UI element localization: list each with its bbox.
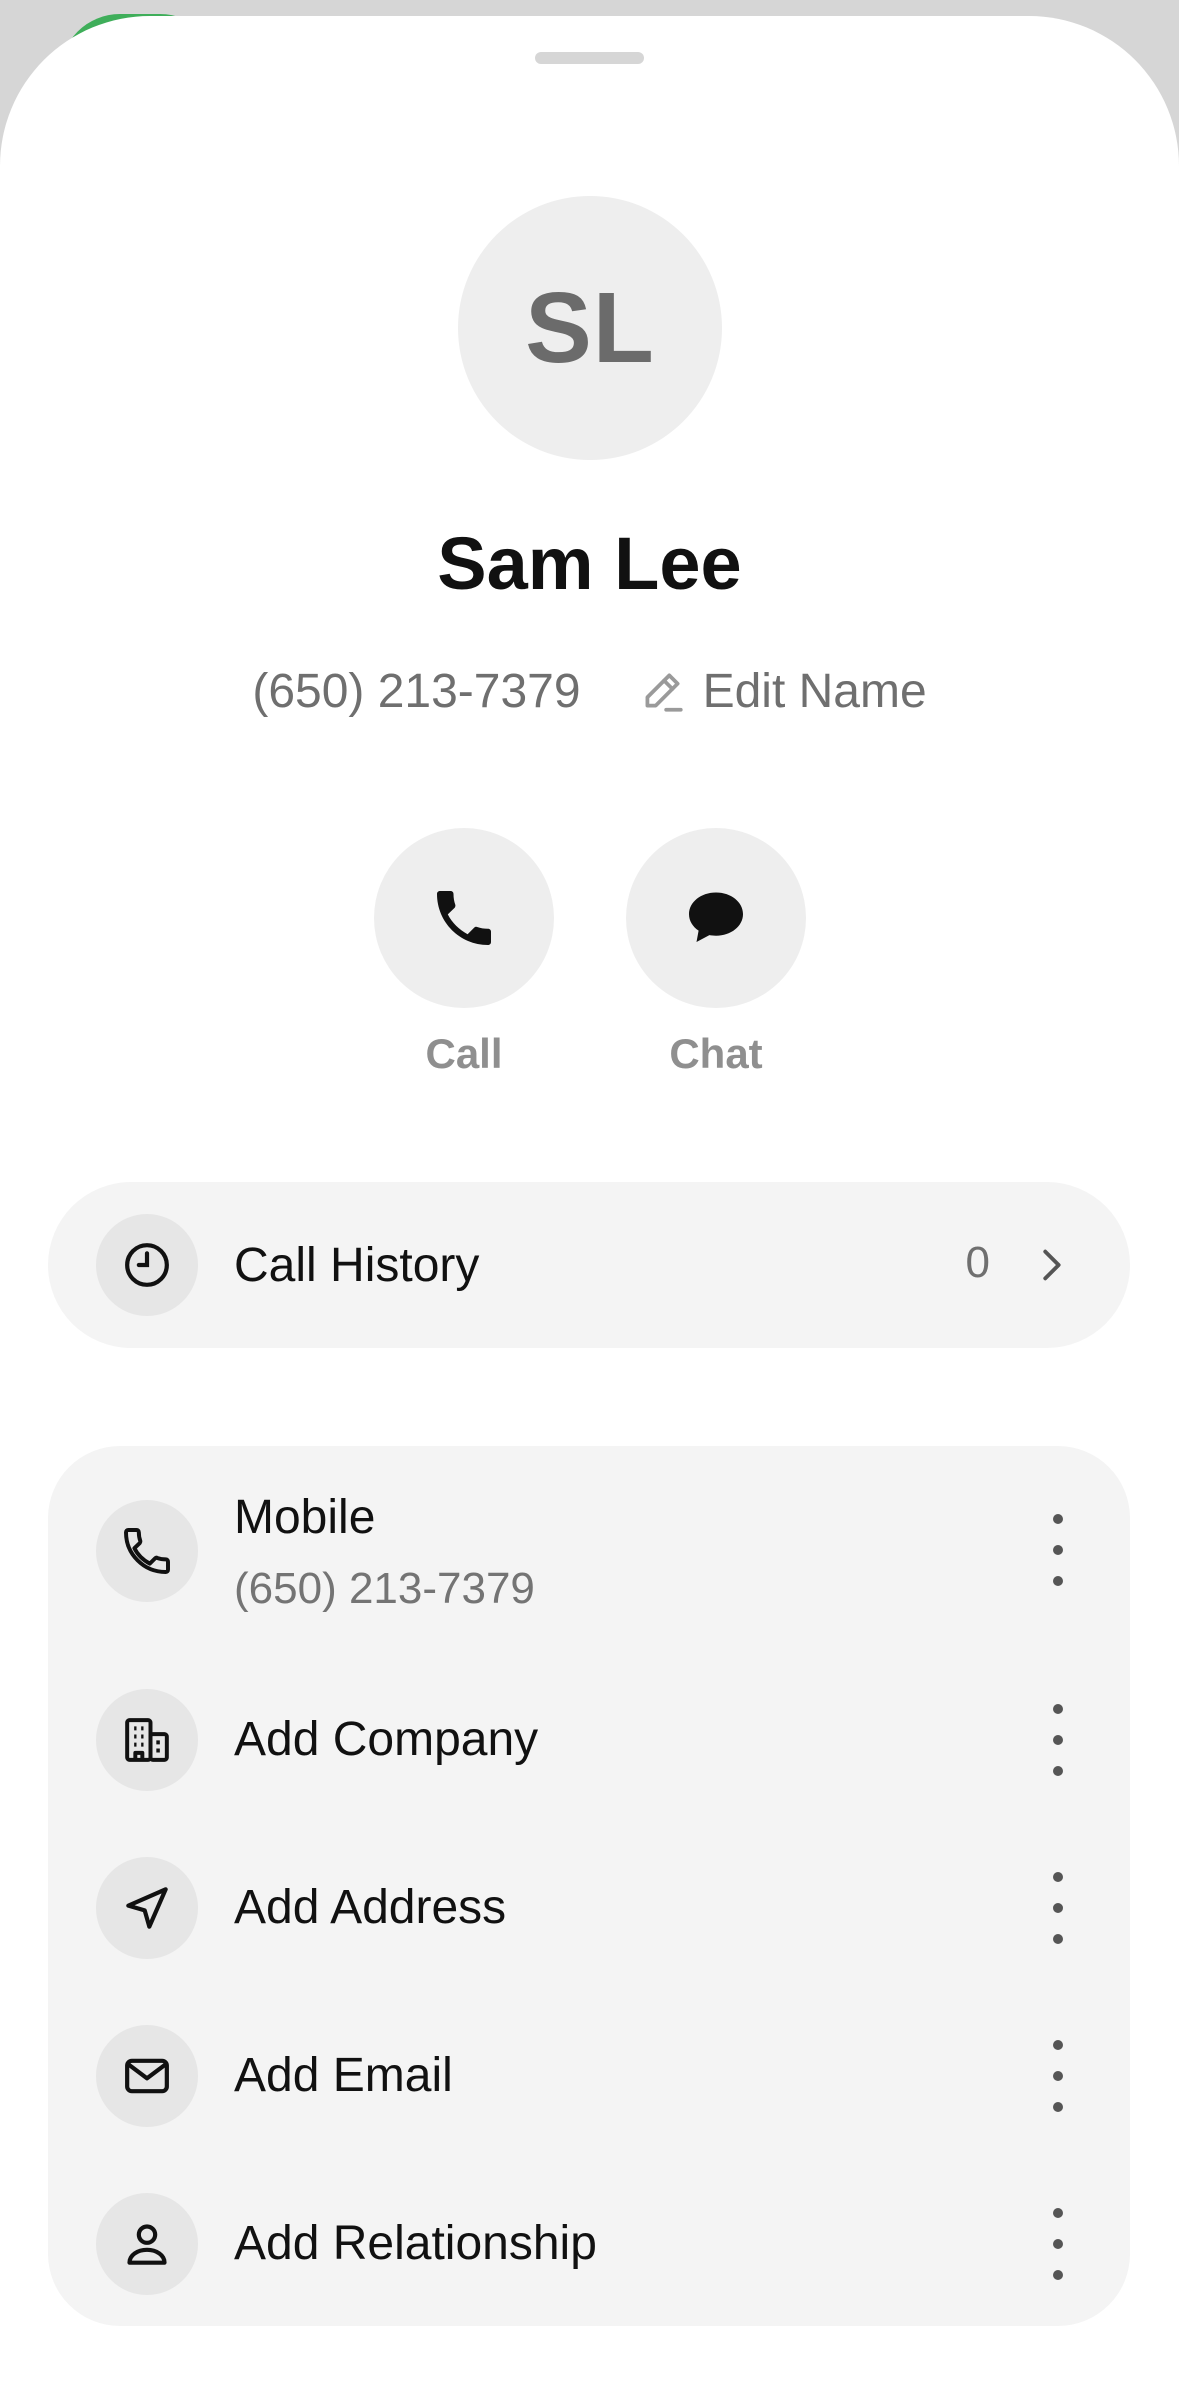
mail-icon: [125, 2058, 169, 2094]
edit-name-button[interactable]: Edit Name: [637, 664, 927, 719]
call-history-count: 0: [965, 1238, 990, 1287]
call-label: Call: [425, 1030, 503, 1077]
location-arrow-icon: [126, 1887, 168, 1929]
more-options-icon[interactable]: [1046, 1872, 1070, 1944]
edit-name-label: Edit Name: [702, 664, 927, 718]
phone-icon: [437, 891, 491, 945]
more-options-icon[interactable]: [1046, 2208, 1070, 2280]
detail-icon-circle: [96, 1857, 198, 1959]
contact-sheet: SL Sam Lee (650) 213-7379 Edit Name Call: [0, 16, 1179, 2396]
call-button[interactable]: Call: [374, 828, 554, 1078]
call-history-row[interactable]: Call History 0: [48, 1182, 1130, 1348]
detail-icon-circle: [96, 1500, 198, 1602]
more-options-icon[interactable]: [1046, 2040, 1070, 2112]
avatar-initials: SL: [525, 271, 655, 384]
more-options-icon[interactable]: [1046, 1514, 1070, 1586]
avatar: SL: [458, 196, 722, 460]
detail-icon-circle: [96, 1689, 198, 1791]
contact-details-card: Mobile (650) 213-7379 Add Company Add Ad…: [48, 1446, 1130, 2326]
chevron-right-icon: [1043, 1249, 1061, 1281]
contact-name: Sam Lee: [437, 522, 742, 605]
phone-icon: [124, 1528, 170, 1574]
detail-row-address[interactable]: Add Address: [48, 1824, 1130, 1992]
detail-row-label: Add Relationship: [234, 2217, 597, 2270]
person-icon: [127, 2224, 167, 2265]
call-button-circle[interactable]: [374, 828, 554, 1008]
sheet-grabber-handle[interactable]: [535, 52, 644, 64]
detail-row-relationship[interactable]: Add Relationship: [48, 2160, 1130, 2326]
chat-bubble-icon: [689, 892, 743, 942]
more-options-icon[interactable]: [1046, 1704, 1070, 1776]
clock-icon: [125, 1243, 169, 1287]
chat-label: Chat: [669, 1030, 763, 1077]
detail-row-mobile[interactable]: Mobile (650) 213-7379: [48, 1446, 1130, 1656]
chat-button-circle[interactable]: [626, 828, 806, 1008]
detail-row-company[interactable]: Add Company: [48, 1656, 1130, 1824]
detail-row-label: Mobile: [234, 1491, 376, 1544]
chat-button[interactable]: Chat: [626, 828, 806, 1078]
detail-row-email[interactable]: Add Email: [48, 1992, 1130, 2160]
detail-row-label: Add Email: [234, 2049, 453, 2102]
pencil-icon: [645, 673, 683, 712]
call-history-label: Call History: [234, 1239, 480, 1292]
detail-row-value: (650) 213-7379: [234, 1564, 535, 1613]
contact-phone: (650) 213-7379: [252, 664, 581, 718]
contact-subline: (650) 213-7379 Edit Name: [0, 656, 1179, 726]
detail-row-label: Add Company: [234, 1713, 539, 1766]
detail-icon-circle: [96, 2025, 198, 2127]
detail-icon-circle: [96, 2193, 198, 2295]
detail-row-label: Add Address: [234, 1881, 507, 1934]
call-history-icon-circle: [96, 1214, 198, 1316]
building-icon: [125, 1718, 169, 1762]
